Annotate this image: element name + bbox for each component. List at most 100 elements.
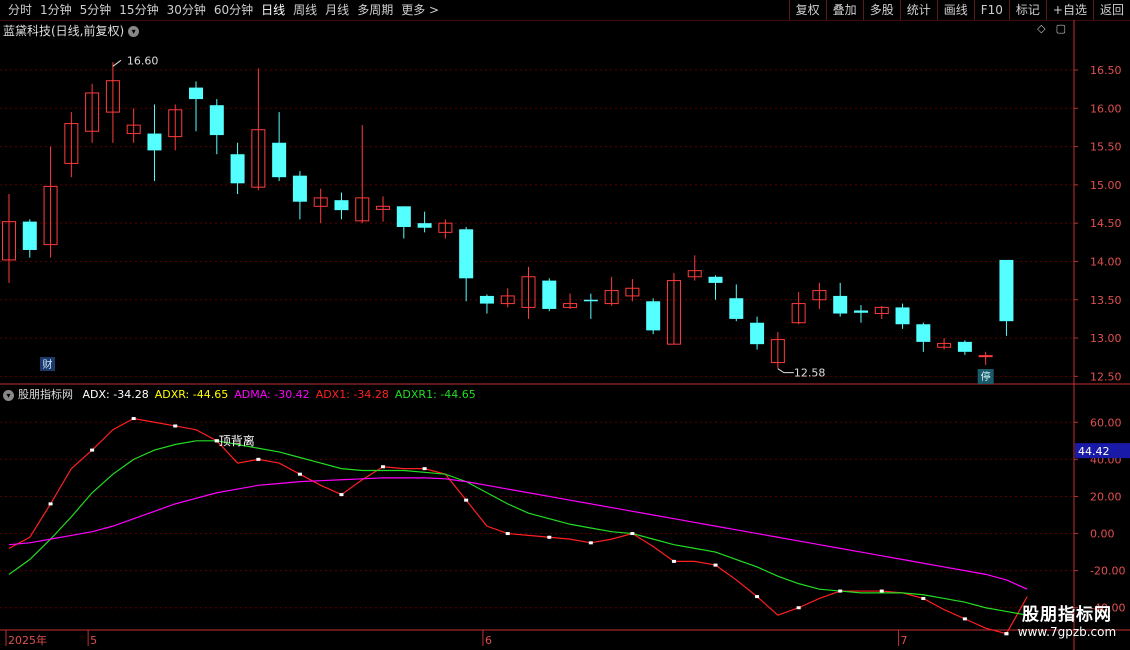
adx-marker <box>713 563 718 567</box>
candle-down <box>292 175 307 202</box>
price-tick-label: 12.50 <box>1090 370 1122 383</box>
adx-marker <box>505 532 510 536</box>
period-tab-7[interactable]: 周线 <box>289 0 321 20</box>
cai-badge: 财 <box>43 358 53 371</box>
kline-chart[interactable]: 16.50 16.00 15.50 15.00 14.50 14.00 13.50 13.00… <box>0 20 1130 650</box>
series-adxr1 <box>8 440 1028 616</box>
indicator-tick-label: 0.00 <box>1090 528 1115 541</box>
period-tabs: 分时 1分钟 5分钟 15分钟 30分钟 60分钟 日线 周线 月线 多周期 更多 > <box>4 0 443 20</box>
candle-down <box>853 310 868 313</box>
indicator-value-1: ADXR: -44.65 <box>154 388 229 401</box>
adx-marker <box>297 472 302 476</box>
adx-marker <box>339 493 344 497</box>
adx-marker <box>90 448 95 452</box>
candle-down <box>272 142 287 178</box>
action-button-1[interactable]: 叠加 <box>825 0 863 20</box>
high-price-label: 16.60 <box>127 54 158 67</box>
period-tab-9[interactable]: 多周期 <box>353 0 397 20</box>
candle-down <box>459 229 474 279</box>
price-tick-label: 14.50 <box>1090 217 1122 230</box>
action-button-2[interactable]: 多股 <box>862 0 900 20</box>
diamond-icon[interactable]: ◇ <box>1037 22 1045 35</box>
action-button-5[interactable]: F10 <box>973 0 1009 20</box>
adx-marker <box>879 589 884 593</box>
adx-marker <box>962 617 967 621</box>
watermark-name: 股朋指标网 <box>1022 605 1112 625</box>
date-label: 5 <box>90 634 97 647</box>
chevron-down-icon[interactable]: ▾ <box>3 389 14 401</box>
adx-marker <box>755 595 760 599</box>
low-price-label: 12.58 <box>794 367 826 380</box>
indicator-name: 股朋指标网 <box>18 388 73 401</box>
candle-down <box>957 341 972 352</box>
candle-down <box>542 280 557 309</box>
action-button-8[interactable]: 返回 <box>1092 0 1130 20</box>
stock-title: 蓝黛科技(日线,前复权) ▾ <box>3 22 140 39</box>
high-pointer <box>112 59 122 67</box>
period-tab-0[interactable]: 分时 <box>4 0 36 20</box>
candle-up <box>978 355 993 358</box>
adx-marker <box>547 535 552 539</box>
watermark-url: www.7gpzb.com <box>1017 625 1117 639</box>
corner-icons: ◇ ▢ <box>1027 22 1066 35</box>
action-button-3[interactable]: 统计 <box>899 0 937 20</box>
adx-marker <box>1004 632 1009 636</box>
action-button-6[interactable]: 标记 <box>1008 0 1046 20</box>
candle-down <box>209 105 224 136</box>
adx-marker <box>630 532 635 536</box>
candle-down <box>583 299 598 302</box>
period-tab-4[interactable]: 30分钟 <box>163 0 210 20</box>
adx-marker <box>48 502 53 506</box>
low-pointer <box>777 368 794 374</box>
adx-marker <box>588 541 593 545</box>
adx-marker <box>422 467 427 471</box>
date-label: 6 <box>485 634 492 647</box>
price-tick-label: 13.50 <box>1090 294 1122 307</box>
period-tab-10[interactable]: 更多 > <box>397 0 443 20</box>
adx-marker <box>256 457 261 461</box>
candle-down <box>750 322 765 345</box>
candle-down <box>417 223 432 228</box>
candle-down <box>230 154 245 184</box>
candle-down <box>189 87 204 100</box>
period-tab-8[interactable]: 月线 <box>321 0 353 20</box>
action-button-0[interactable]: 复权 <box>788 0 826 20</box>
candle-down <box>334 200 349 211</box>
adx-marker <box>796 606 801 610</box>
period-tab-5[interactable]: 60分钟 <box>210 0 257 20</box>
period-tab-6[interactable]: 日线 <box>257 0 289 20</box>
chevron-down-icon[interactable]: ▾ <box>128 26 140 37</box>
action-buttons: 复权 叠加 多股 统计 画线 F10 标记 +自选 返回 <box>788 0 1130 20</box>
price-tick-label: 15.00 <box>1090 179 1122 192</box>
indicator-value-2: ADMA: -30.42 <box>234 388 310 401</box>
action-button-4[interactable]: 画线 <box>936 0 974 20</box>
period-toolbar: 分时 1分钟 5分钟 15分钟 30分钟 60分钟 日线 周线 月线 多周期 更多 > 复权 叠加 多股… <box>0 0 1130 21</box>
indicator-tick-label: -20.00 <box>1090 565 1125 578</box>
indicator-value-4: ADXR1: -44.65 <box>394 388 476 401</box>
indicator-value-0: ADX: -34.28 <box>82 388 149 401</box>
indicator-tick-label: 60.00 <box>1090 416 1122 429</box>
adx-marker <box>921 596 926 600</box>
candle-down <box>396 206 411 227</box>
action-button-7[interactable]: +自选 <box>1045 0 1093 20</box>
price-tick-label: 13.00 <box>1090 332 1122 345</box>
period-tab-1[interactable]: 1分钟 <box>36 0 76 20</box>
indicator-value-3: ADX1: -34.28 <box>315 388 389 401</box>
indicator-legend: ▾ 股朋指标网 ADX: -34.28 ADXR: -44.65 ADMA: -30.… <box>3 386 482 402</box>
candle-down <box>729 298 744 319</box>
date-label: 2025年 <box>8 633 47 647</box>
period-tab-2[interactable]: 5分钟 <box>76 0 116 20</box>
watermark: 股朋指标网 www.7gpzb.com <box>1012 600 1122 639</box>
adx-marker <box>381 465 386 469</box>
candle-down <box>479 295 494 304</box>
candle-down <box>916 324 931 342</box>
adx-marker <box>838 589 843 593</box>
adx-marker <box>173 424 178 428</box>
price-tick-label: 16.50 <box>1090 64 1122 77</box>
expand-icon[interactable]: ▢ <box>1056 22 1066 35</box>
divergence-label: 顶背离 <box>219 433 255 448</box>
date-label: 7 <box>901 634 908 647</box>
period-tab-3[interactable]: 15分钟 <box>115 0 162 20</box>
price-tick-label: 16.00 <box>1090 102 1122 115</box>
adx-marker <box>464 498 469 502</box>
